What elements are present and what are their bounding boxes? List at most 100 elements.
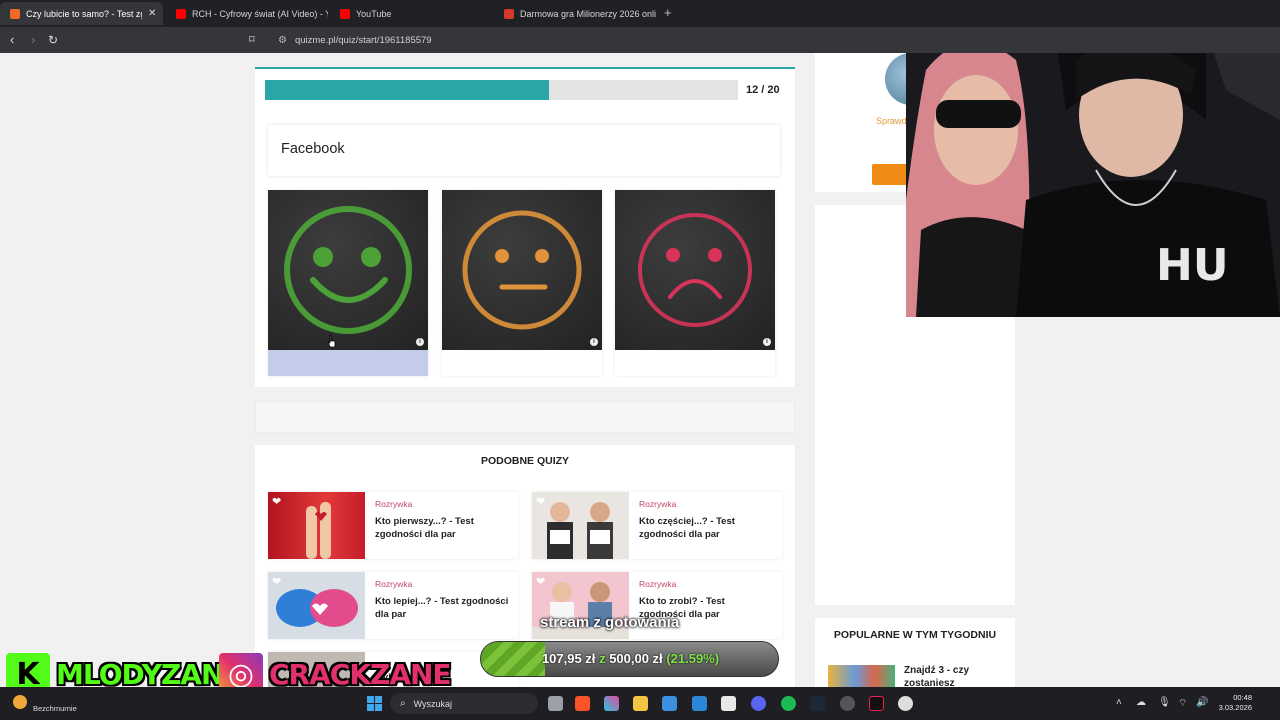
happy-face-icon <box>284 206 412 334</box>
tab-title: YouTube <box>356 8 392 19</box>
start-menu-icon[interactable] <box>367 696 382 711</box>
stream-caption: stream z gotowania <box>540 614 680 631</box>
popular-this-week: POPULARNE W TYM TYGODNIU Znajdź 3 - czy … <box>815 618 1015 687</box>
tiktok-icon[interactable] <box>869 696 884 711</box>
new-tab-icon[interactable]: + <box>664 5 672 20</box>
reload-icon[interactable]: ↻ <box>48 32 58 48</box>
chevron-up-icon[interactable]: ˄ <box>1116 697 1122 708</box>
steam-icon[interactable] <box>810 696 825 711</box>
quizme-favicon-icon <box>10 8 20 19</box>
ad-placeholder-bar <box>255 401 795 433</box>
snipping-tool-icon[interactable] <box>721 696 736 711</box>
tab-title: Darmowa gra Milionerzy 2026 online <box>520 8 656 19</box>
taskbar-search[interactable]: ⌕ Wyszukaj <box>390 693 538 714</box>
neutral-face-icon <box>462 210 582 330</box>
media-player-icon[interactable] <box>898 696 913 711</box>
image-info-icon[interactable]: i <box>590 338 598 346</box>
favorite-heart-icon[interactable]: ❤ <box>272 495 281 508</box>
windows-taskbar: Bezchmurnie ⌕ Wyszukaj ˄ ☁ 🎙 ⌔ 🔊 00:48 3… <box>0 687 1280 720</box>
image-info-icon[interactable]: i <box>763 338 771 346</box>
similar-quizzes-title: PODOBNE QUIZY <box>480 455 570 467</box>
answer-image: i <box>615 190 775 350</box>
microphone-icon[interactable]: 🎙 <box>1158 697 1171 708</box>
tab-rch-video[interactable]: RCH - Cyfrowy świat (AI Video) - You <box>166 2 328 25</box>
bookmark-icon[interactable]: ⌑ <box>249 32 255 48</box>
kick-handle: MLODYZANE <box>56 657 243 688</box>
answer-strip <box>442 350 602 376</box>
answer-image: i <box>268 190 428 350</box>
instagram-handle-banner: ◎ CRACKZANE <box>219 653 452 688</box>
task-view-icon[interactable] <box>548 696 563 711</box>
similar-quiz-card[interactable]: ❤ Rozrywka Kto lepiej...? - Test zgodnoś… <box>268 572 518 639</box>
microsoft-store-icon[interactable] <box>662 696 677 711</box>
svg-text:HU: HU <box>1156 240 1229 291</box>
sad-face-icon <box>638 213 752 327</box>
image-info-icon[interactable]: i <box>416 338 424 346</box>
back-icon[interactable]: ‹ <box>10 32 14 48</box>
copilot-icon[interactable] <box>604 696 619 711</box>
popular-title: POPULARNE W TYM TYGODNIU <box>833 629 997 641</box>
quiz-category: Rozrywka <box>639 499 677 509</box>
donation-amount: 107,95 zł <box>541 651 596 666</box>
file-explorer-icon[interactable] <box>633 696 648 711</box>
quiz-title[interactable]: Kto lepiej...? - Test zgodności dla par <box>375 596 510 621</box>
favorite-heart-icon[interactable]: ❤ <box>536 575 545 588</box>
donation-goal-text: 107,95 zł z 500,00 zł (21.59%) <box>481 651 778 666</box>
tab-youtube[interactable]: YouTube <box>330 2 492 25</box>
quiz-title[interactable]: Kto pierwszy...? - Test zgodności dla pa… <box>375 516 510 541</box>
quiz-thumbnail <box>268 572 365 639</box>
quiz-category: Rozrywka <box>375 579 413 589</box>
browser-tab-strip: Czy lubicie to samo? - Test zgodn ✕ RCH … <box>0 0 1280 27</box>
question-text: Facebook <box>281 141 345 157</box>
donation-goal-bar: 107,95 zł z 500,00 zł (21.59%) <box>480 641 779 677</box>
site-info-icon[interactable]: ⚙ <box>278 35 287 46</box>
tab-title: Czy lubicie to samo? - Test zgodn <box>26 8 142 19</box>
quiz-progress-bar <box>265 80 738 100</box>
webcam-video: HU <box>906 53 1280 317</box>
donation-separator: z <box>599 651 606 666</box>
similar-quiz-card[interactable]: ❤ Rozrywka Kto pierwszy...? - Test zgodn… <box>268 492 518 559</box>
answer-option-sad[interactable]: i <box>615 190 775 376</box>
obs-icon[interactable] <box>840 696 855 711</box>
spotify-icon[interactable] <box>781 696 796 711</box>
popular-quiz-title[interactable]: Znajdź 3 - czy zostaniesz <box>904 664 1004 687</box>
url-text: quizme.pl/quiz/start/1961185579 <box>294 34 432 46</box>
favorite-heart-icon[interactable]: ❤ <box>272 575 281 588</box>
donation-goal: 500,00 zł <box>609 651 663 666</box>
quiz-title[interactable]: Kto częściej...? - Test zgodności dla pa… <box>639 516 774 541</box>
mouse-cursor-icon <box>327 334 336 348</box>
address-bar[interactable]: ⚙ quizme.pl/quiz/start/1961185579 <box>270 30 910 50</box>
notepad-icon[interactable] <box>692 696 707 711</box>
webcam-overlay: HU <box>906 53 1280 317</box>
tab-quiz[interactable]: Czy lubicie to samo? - Test zgodn ✕ <box>0 2 163 25</box>
favorite-heart-icon[interactable]: ❤ <box>536 495 545 508</box>
weather-icon[interactable] <box>13 695 27 709</box>
weather-text: Bezchmurnie <box>33 704 77 713</box>
taskbar-clock[interactable]: 00:48 3.03.2026 <box>1216 693 1252 713</box>
quiz-category: Rozrywka <box>375 499 413 509</box>
onedrive-icon[interactable]: ☁ <box>1136 697 1146 708</box>
wifi-icon[interactable]: ⌔ <box>1178 697 1187 710</box>
tab-title: RCH - Cyfrowy świat (AI Video) - You <box>192 8 328 19</box>
discord-icon[interactable] <box>751 696 766 711</box>
answer-option-happy[interactable]: i <box>268 190 428 376</box>
quiz-thumbnail <box>532 492 629 559</box>
close-tab-icon[interactable]: ✕ <box>148 8 156 19</box>
kick-logo-icon: K <box>6 653 50 687</box>
brave-browser-icon[interactable] <box>575 696 590 711</box>
tab-milionerzy[interactable]: Darmowa gra Milionerzy 2026 online <box>494 2 656 25</box>
boxing-gloves-image <box>276 589 358 627</box>
answer-strip <box>615 350 775 376</box>
instagram-logo-icon: ◎ <box>219 653 263 687</box>
search-icon: ⌕ <box>400 698 406 709</box>
similar-quiz-card[interactable]: ❤ Rozrywka Kto częściej...? - Test zgodn… <box>532 492 782 559</box>
youtube-favicon-icon <box>176 8 186 19</box>
answer-option-neutral[interactable]: i <box>442 190 602 376</box>
quiz-category: Rozrywka <box>639 579 677 589</box>
quiz-card: 12 / 20 Facebook i i i <box>255 67 795 387</box>
forward-icon[interactable]: › <box>31 32 35 48</box>
instagram-handle: CRACKZANE <box>269 657 452 688</box>
kick-handle-banner: K MLODYZANE <box>6 653 243 688</box>
volume-icon[interactable]: 🔊 <box>1196 697 1208 708</box>
popular-quiz-thumbnail[interactable] <box>828 665 895 687</box>
